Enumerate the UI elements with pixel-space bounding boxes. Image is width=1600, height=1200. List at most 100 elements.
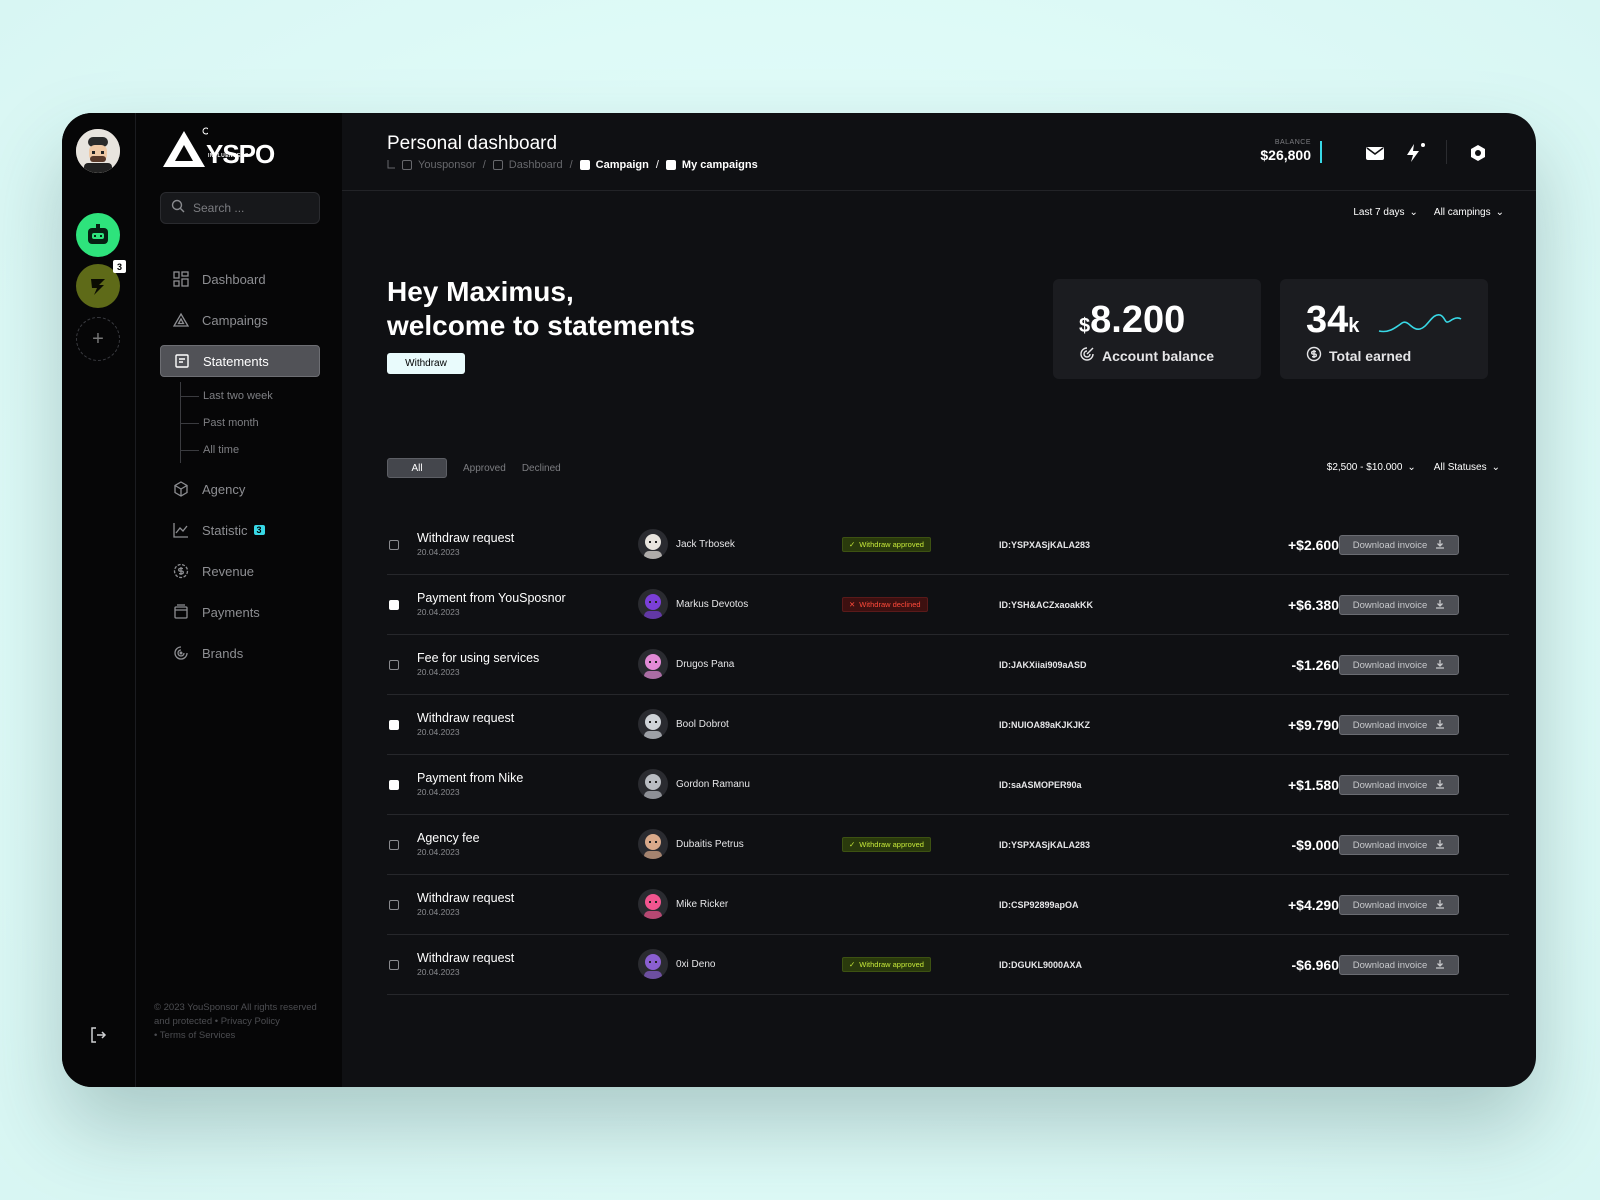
download-invoice-button[interactable]: Download invoice [1339,775,1459,795]
row-id: ID:YSPXASjKALA283 [999,840,1091,850]
row-title: Withdraw request [417,951,515,965]
terms-link[interactable]: • Terms of Services [154,1029,334,1043]
robot-app-icon[interactable] [76,213,120,257]
sidebar-item-statistic[interactable]: Statistic 3 [160,514,320,546]
lightning-icon[interactable] [1404,143,1425,163]
download-invoice-button[interactable]: Download invoice [1339,715,1459,735]
table-row[interactable]: Fee for using services 20.04.2023 Drugos P… [387,635,1509,695]
tab-approved[interactable]: Approved [463,458,506,478]
breadcrumb-item[interactable]: Campaign [579,159,649,171]
table-row[interactable]: Withdraw request 20.04.2023 Bool Dobrot ID:… [387,695,1509,755]
chart-line-icon [172,521,190,539]
row-checkbox[interactable] [389,780,399,790]
download-invoice-button[interactable]: Download invoice [1339,835,1459,855]
row-id: ID:YSH&ACZxaoakKK [999,600,1094,610]
table-row[interactable]: Withdraw request 20.04.2023 0xi Deno ✓ Withd… [387,935,1509,995]
user-avatar[interactable] [76,129,120,173]
download-icon [1435,839,1445,852]
row-checkbox[interactable] [389,960,399,970]
sidebar-item-revenue[interactable]: Revenue [160,555,320,587]
breadcrumb-item[interactable]: Dashboard [492,159,563,171]
avatar [638,829,668,859]
sidebar-item-payments[interactable]: Payments [160,596,320,628]
sidebar-item-dashboard[interactable]: Dashboard [160,263,320,295]
row-title: Withdraw request [417,891,515,905]
row-checkbox[interactable] [389,720,399,730]
submenu-item[interactable]: Past month [181,409,320,436]
row-checkbox[interactable] [389,600,399,610]
table-row[interactable]: Withdraw request 20.04.2023 Mike Ricker ID:… [387,875,1509,935]
submenu-item[interactable]: Last two week [181,382,320,409]
logout-icon[interactable] [88,1025,108,1045]
period-dropdown[interactable]: Last 7 days ⌄ [1353,207,1418,218]
download-invoice-button[interactable]: Download invoice [1339,955,1459,975]
row-title: Withdraw request [417,531,515,545]
download-icon [1435,659,1445,672]
download-icon [1435,899,1445,912]
breadcrumb-item[interactable]: My campaigns [665,159,758,171]
tab-all[interactable]: All [387,458,447,478]
footer-links[interactable]: and protected • Privacy Policy [154,1015,334,1029]
row-title: Payment from YouSposnor [417,591,566,605]
total-earned-value: 34k [1306,299,1360,341]
table-row[interactable]: Withdraw request 20.04.2023 Jack Trbosek ✓ W… [387,515,1509,575]
row-id: ID:YSPXASjKALA283 [999,540,1091,550]
copyright: © 2023 YouSponsor All rights reserved [154,1002,317,1013]
row-checkbox[interactable] [389,660,399,670]
campaigns-dropdown[interactable]: All campings ⌄ [1434,207,1504,218]
search-box[interactable] [160,192,320,224]
row-checkbox[interactable] [389,540,399,550]
row-checkbox[interactable] [389,900,399,910]
row-date: 20.04.2023 [417,787,460,797]
sidebar-nav: Dashboard Campaings Statements Last two … [160,263,320,678]
account-balance-label: Account balance [1079,346,1214,365]
sidebar-item-label: Agency [202,481,246,497]
sidebar-item-brands[interactable]: Brands [160,637,320,669]
status-badge: ✕ Withdraw declined [842,597,928,612]
row-id: ID:saASMOPER90a [999,780,1082,790]
statistic-badge: 3 [253,525,265,535]
breadcrumb-item[interactable]: Yousponsor [402,159,476,171]
check-icon: ✓ [849,960,856,969]
total-earned-label: Total earned [1306,346,1411,365]
balance-label: BALANCE [1274,139,1311,146]
sidebar-item-statements[interactable]: Statements [160,345,320,377]
top-bar: Personal dashboard Yousponsor / Dashboard… [342,113,1536,191]
sidebar-item-campaings[interactable]: Campaings [160,304,320,336]
wallet-icon [172,603,190,621]
page-title: Personal dashboard [387,133,558,154]
brand-sub: INFLUENSERS [208,153,249,159]
submenu-item[interactable]: All time [181,436,320,463]
table-row[interactable]: Agency fee 20.04.2023 Dubaitis Petrus ✓ With… [387,815,1509,875]
row-person: Dubaitis Petrus [676,839,744,850]
total-earned-card: 34k Total earned [1280,279,1488,379]
download-invoice-button[interactable]: Download invoice [1339,595,1459,615]
brand-logo[interactable]: YSPO [160,127,275,171]
sidebar-item-label: Dashboard [202,271,266,287]
chevron-down-icon: ⌄ [1495,207,1504,218]
add-app-button[interactable]: + [76,317,120,361]
settings-icon[interactable] [1468,143,1488,163]
download-invoice-button[interactable]: Download invoice [1339,535,1459,555]
table-filters: $2,500 - $10.000 ⌄ All Statuses ⌄ [1327,462,1500,473]
lightning-app-icon[interactable]: 3 [76,260,126,308]
status-badge: ✓ Withdraw approved [842,837,931,852]
chevron-down-icon: ⌄ [1407,462,1416,473]
sidebar-item-label: Brands [202,645,244,661]
download-invoice-button[interactable]: Download invoice [1339,895,1459,915]
table-row[interactable]: Payment from YouSposnor 20.04.2023 Markus … [387,575,1509,635]
mail-icon[interactable] [1365,143,1385,163]
avatar [638,769,668,799]
tab-declined[interactable]: Declined [522,458,561,478]
row-checkbox[interactable] [389,840,399,850]
balance-display: BALANCE $26,800 [1255,139,1311,163]
status-dropdown[interactable]: All Statuses ⌄ [1434,462,1500,473]
range-dropdown[interactable]: $2,500 - $10.000 ⌄ [1327,462,1416,473]
sidebar-item-agency[interactable]: Agency [160,473,320,505]
avatar [638,649,668,679]
top-filters: Last 7 days ⌄ All campings ⌄ [1353,207,1504,218]
download-invoice-button[interactable]: Download invoice [1339,655,1459,675]
table-row[interactable]: Payment from Nike 20.04.2023 Gordon Ramanu… [387,755,1509,815]
search-input[interactable] [193,201,303,215]
withdraw-button[interactable]: Withdraw [387,353,465,374]
